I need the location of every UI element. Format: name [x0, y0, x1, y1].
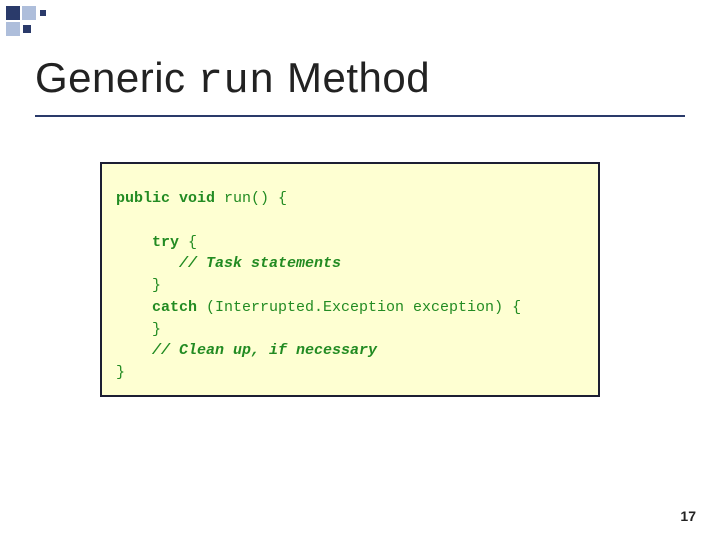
- code-blank: [116, 212, 125, 229]
- code-block: public void run() { try { // Task statem…: [116, 188, 590, 384]
- code-l1-rest: run() {: [224, 190, 287, 207]
- code-comment-cleanup: // Clean up, if necessary: [116, 342, 377, 359]
- title-text-2: Method: [275, 54, 430, 101]
- code-box: public void run() { try { // Task statem…: [100, 162, 600, 397]
- code-l9: }: [116, 364, 125, 381]
- title-divider: [35, 115, 685, 117]
- code-l6-rest: (Interrupted.Exception exception) {: [206, 299, 521, 316]
- title-text-1: Generic: [35, 54, 198, 101]
- code-kw-catch: catch: [116, 299, 206, 316]
- slide-title: Generic run Method: [35, 54, 430, 105]
- code-kw-public-void: public void: [116, 190, 224, 207]
- title-mono: run: [198, 57, 275, 105]
- code-comment-task: // Task statements: [116, 255, 341, 272]
- corner-decoration: [0, 0, 60, 42]
- code-kw-try: try: [116, 234, 188, 251]
- code-l3-rest: {: [188, 234, 197, 251]
- page-number: 17: [680, 508, 696, 524]
- code-l5: }: [116, 277, 161, 294]
- slide: Generic run Method public void run() { t…: [0, 0, 720, 540]
- code-l7: }: [116, 321, 161, 338]
